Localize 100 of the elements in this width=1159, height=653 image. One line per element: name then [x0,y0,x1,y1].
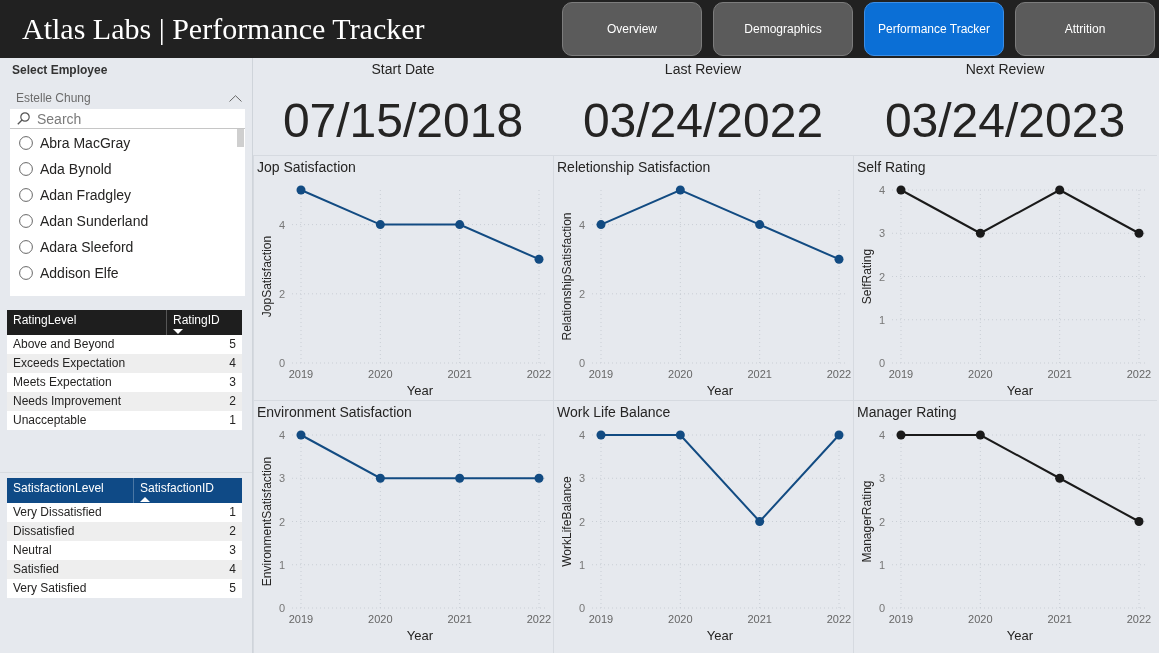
table-cell: 2 [133,522,242,541]
table-cell: Very Dissatisfied [7,503,133,522]
x-axis-title: Year [1006,383,1034,398]
table-cell: Unacceptable [7,411,166,430]
column-header[interactable]: SatisfactionID [133,478,242,503]
y-axis-title: JopSatisfaction [260,235,274,318]
y-axis-title: EnvironmentSatisfaction [260,456,274,587]
table-cell: Meets Expectation [7,373,166,392]
radio-icon[interactable] [19,240,33,254]
chart-title: Environment Satisfaction [256,403,413,422]
radio-icon[interactable] [19,214,33,228]
x-tick-label: 2021 [747,613,772,625]
y-tick-label: 2 [578,515,585,528]
y-tick-label: 0 [578,602,585,614]
x-tick-label: 2020 [968,613,993,625]
chart-title: Manager Rating [856,403,958,422]
chart-title: Self Rating [856,158,927,177]
chart-title: Reletionship Satisfaction [556,158,712,177]
column-header[interactable]: RatingLevel [7,310,166,335]
nav-tab[interactable]: Performance Tracker [864,2,1004,56]
employee-option[interactable]: Addison Elfe [10,260,119,286]
table-cell: Very Satisfied [7,579,133,598]
employee-option[interactable]: Ada Bynold [10,156,112,182]
x-tick-label: 2021 [1047,613,1072,625]
x-tick-label: 2019 [888,368,914,380]
x-axis-title: Year [706,383,734,398]
radio-icon[interactable] [19,162,33,176]
x-tick-label: 2019 [288,368,314,380]
table-cell: 4 [133,560,242,579]
x-tick-label: 2022 [526,368,552,380]
y-tick-label: 0 [878,602,885,614]
x-tick-label: 2019 [288,613,314,625]
employee-option[interactable]: Abra MacGray [10,130,131,156]
employee-option[interactable]: Adara Sleeford [10,234,134,260]
y-tick-label: 3 [278,472,285,485]
x-axis-title: Year [1006,628,1034,643]
y-tick-label: 3 [878,227,885,240]
x-axis-title: Year [406,628,434,643]
x-axis-title: Year [706,628,734,643]
y-tick-label: 4 [278,218,285,231]
y-tick-label: 2 [278,515,285,528]
table-cell: 2 [166,392,242,411]
chevron-up-icon[interactable] [229,94,242,102]
date-value: 07/15/2018 [282,95,524,147]
y-tick-label: 2 [278,287,285,300]
radio-icon[interactable] [19,188,33,202]
x-tick-label: 2019 [588,613,614,625]
y-tick-label: 4 [878,429,885,441]
x-tick-label: 2022 [1126,368,1152,380]
y-tick-label: 1 [578,558,585,571]
y-tick-label: 4 [278,429,285,441]
y-tick-label: 0 [578,357,585,369]
x-axis-title: Year [406,383,434,398]
table-cell: 4 [166,354,242,373]
nav-tab[interactable]: Overview [562,2,702,56]
x-tick-label: 2021 [447,613,472,625]
table-cell: 3 [166,373,242,392]
x-tick-label: 2022 [526,613,552,625]
y-tick-label: 2 [878,515,885,528]
x-tick-label: 2020 [668,368,693,380]
table-cell: Dissatisfied [7,522,133,541]
y-tick-label: 2 [878,270,885,283]
y-tick-label: 3 [578,472,585,485]
x-tick-label: 2021 [447,368,472,380]
x-tick-label: 2019 [588,368,614,380]
slicer-title: Select Employee [12,63,109,77]
column-header[interactable]: SatisfactionLevel [7,478,133,503]
y-tick-label: 1 [878,558,885,571]
chart-title: Work Life Balance [556,403,672,422]
employee-option[interactable]: Adan Sunderland [10,208,149,234]
chart-title: Jop Satisfaction [256,158,357,177]
x-tick-label: 2020 [368,368,393,380]
y-axis-title: WorkLifeBalance [560,476,574,567]
date-value: 03/24/2023 [884,95,1126,147]
table-cell: Above and Beyond [7,335,166,354]
radio-icon[interactable] [19,266,33,280]
nav-tab[interactable]: Demographics [713,2,853,56]
y-tick-label: 1 [278,558,285,571]
y-tick-label: 0 [878,357,885,369]
table-cell: Satisfied [7,560,133,579]
table-cell: Exceeds Expectation [7,354,166,373]
scrollbar-thumb[interactable] [237,129,244,147]
y-tick-label: 2 [578,287,585,300]
column-header[interactable]: RatingID [166,310,242,335]
employee-option[interactable]: Adan Fradgley [10,182,132,208]
table-cell: 3 [133,541,242,560]
table-cell: Needs Improvement [7,392,166,411]
radio-icon[interactable] [19,136,33,150]
dashboard-title: Atlas Labs | Performance Tracker [22,12,425,46]
x-tick-label: 2020 [968,368,993,380]
x-tick-label: 2021 [747,368,772,380]
search-icon [17,112,30,125]
slicer-dropdown[interactable]: Estelle Chung [10,90,246,106]
date-value: 03/24/2022 [582,95,824,147]
y-tick-label: 4 [578,218,585,231]
y-tick-label: 3 [878,472,885,485]
date-label: Start Date [371,60,435,78]
search-field[interactable]: Search [37,109,217,128]
nav-tab[interactable]: Attrition [1015,2,1155,56]
y-axis-title: SelfRating [860,248,874,305]
